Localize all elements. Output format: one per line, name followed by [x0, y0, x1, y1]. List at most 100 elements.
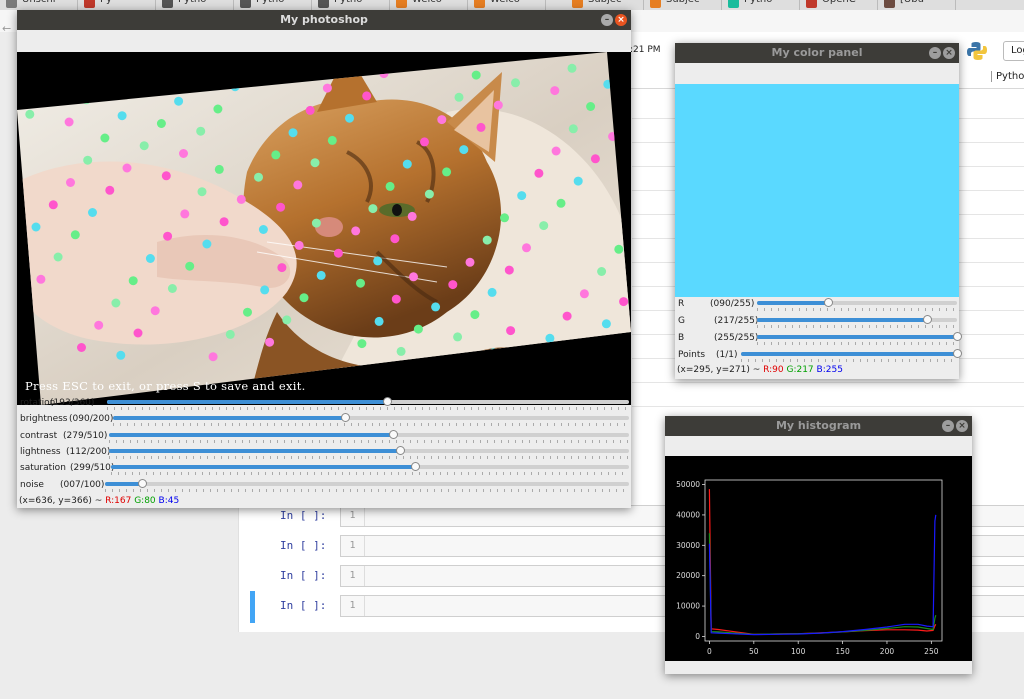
histogram-title: My histogram — [775, 419, 862, 432]
browser-tab[interactable]: OpenC — [800, 0, 878, 10]
overlay-dot — [437, 115, 447, 125]
line-number: 1 — [341, 506, 365, 526]
tab-label: Pytho — [744, 0, 772, 5]
overlay-dot — [260, 285, 270, 295]
rotation-slider[interactable] — [107, 397, 629, 410]
browser-tab[interactable]: [Ubu — [878, 0, 956, 10]
cell-prompt: In [ ]: — [280, 599, 327, 612]
trackbar-label: Points (1/1) — [678, 350, 738, 360]
overlay-dot — [413, 324, 423, 334]
browser-tab[interactable]: Pytho — [312, 0, 390, 10]
minimize-icon[interactable]: – — [942, 420, 954, 432]
overlay-dot — [230, 82, 240, 92]
slider-knob[interactable] — [341, 413, 351, 423]
cat-photo — [17, 52, 631, 405]
brightness-trackbar: brightness (090/200) — [17, 412, 631, 428]
clock-fragment: :21 PM — [630, 45, 661, 55]
close-icon[interactable]: × — [956, 420, 968, 432]
overlay-dot — [420, 137, 429, 147]
points-slider[interactable] — [741, 349, 962, 362]
trackbar-label: lightness (112/200) — [20, 447, 110, 457]
overlay-dot — [333, 248, 343, 258]
back-arrow-icon[interactable]: ← — [2, 22, 11, 35]
r-slider[interactable] — [757, 298, 957, 311]
image-canvas[interactable]: Press ESC to exit, or press S to save an… — [17, 52, 631, 405]
contrast-slider[interactable] — [109, 429, 629, 443]
points-trackbar: Points (1/1) — [675, 348, 962, 364]
tab-label: Welco — [412, 0, 442, 5]
slider-knob[interactable] — [953, 349, 962, 358]
browser-tab[interactable]: Welco — [390, 0, 468, 10]
slider-knob[interactable] — [823, 298, 833, 307]
photoshop-titlebar[interactable]: My photoshop – × — [17, 10, 631, 30]
slider-knob[interactable] — [389, 429, 399, 439]
browser-tab[interactable]: Subjec — [644, 0, 722, 10]
tab-favicon-icon — [162, 0, 173, 8]
tab-label: Welco — [490, 0, 520, 5]
overlay-dot — [379, 69, 389, 79]
browser-tab[interactable]: Subjec — [566, 0, 644, 10]
login-button[interactable]: Log — [1003, 41, 1024, 61]
slider-fill — [109, 448, 401, 453]
overlay-dot — [81, 95, 91, 105]
overlay-dot — [179, 149, 188, 158]
overlay-dot — [156, 119, 166, 128]
line-number: 1 — [341, 566, 365, 586]
overlay-dot — [139, 141, 149, 151]
y-tick-label: 40000 — [676, 510, 700, 519]
slider-ticks — [109, 439, 629, 443]
photoshop-window[interactable]: My photoshop – × Press ESC to exit, or p… — [17, 10, 631, 508]
overlay-message: Press ESC to exit, or press S to save an… — [25, 379, 306, 393]
b-slider[interactable] — [757, 332, 962, 345]
overlay-dot — [470, 310, 480, 320]
saturation-trackbar: saturation (299/510) — [17, 461, 631, 477]
overlay-dot — [243, 307, 252, 317]
overlay-dot — [225, 329, 235, 339]
slider-knob[interactable] — [137, 478, 147, 488]
saturation-slider[interactable] — [111, 462, 629, 476]
contrast-trackbar: contrast (279/510) — [17, 429, 631, 445]
cell-prompt: In [ ]: — [280, 569, 327, 582]
browser-tab[interactable]: Unschl — [0, 0, 78, 10]
brightness-slider[interactable] — [113, 413, 629, 427]
tab-favicon-icon — [806, 0, 817, 8]
trackbar-value: (090/255) — [710, 299, 755, 309]
slider-ticks — [757, 342, 957, 345]
noise-slider[interactable] — [105, 478, 629, 492]
slider-knob[interactable] — [923, 315, 933, 324]
overlay-dot — [448, 280, 458, 290]
status-green: G:217 — [786, 365, 814, 375]
overlay-dot — [128, 276, 138, 286]
overlay-dot — [311, 218, 321, 228]
slider-knob[interactable] — [410, 462, 420, 472]
minimize-icon[interactable]: – — [601, 14, 613, 26]
overlay-dot — [180, 209, 190, 219]
browser-tab[interactable]: Welco — [468, 0, 546, 10]
overlay-dot — [196, 126, 206, 136]
tab-label: Pytho — [334, 0, 362, 5]
histogram-titlebar[interactable]: My histogram – × — [665, 416, 972, 436]
lightness-slider[interactable] — [109, 445, 629, 459]
browser-tab[interactable]: Pytho — [722, 0, 800, 10]
close-icon[interactable]: × — [615, 14, 627, 26]
histogram-window[interactable]: My histogram – × 0 50 100 150 200 250 0 10000 20… — [665, 416, 972, 674]
photoshop-title: My photoshop — [280, 13, 368, 26]
close-icon[interactable]: × — [943, 47, 955, 59]
color-panel-window[interactable]: My color panel – × R (090/255) G (217/255) B… — [675, 43, 962, 379]
minimize-icon[interactable]: – — [929, 47, 941, 59]
trackbar-name: noise — [20, 479, 44, 490]
trackbar-name: G — [678, 316, 685, 326]
slider-knob[interactable] — [953, 332, 962, 341]
tab-favicon-icon — [884, 0, 895, 8]
g-slider[interactable] — [757, 315, 957, 328]
color-panel-titlebar[interactable]: My color panel – × — [675, 43, 959, 63]
slider-knob[interactable] — [396, 445, 406, 455]
browser-tab[interactable]: Py — [78, 0, 156, 10]
trackbar-value: (299/510) — [70, 463, 115, 474]
browser-tab[interactable]: Pytho — [156, 0, 234, 10]
trackbar-name: brightness — [20, 414, 68, 425]
browser-tab[interactable]: Pytho — [234, 0, 312, 10]
slider-ticks — [105, 488, 629, 492]
trackbar-label: rotation (193/360) — [20, 398, 94, 408]
slider-knob[interactable] — [382, 397, 392, 406]
